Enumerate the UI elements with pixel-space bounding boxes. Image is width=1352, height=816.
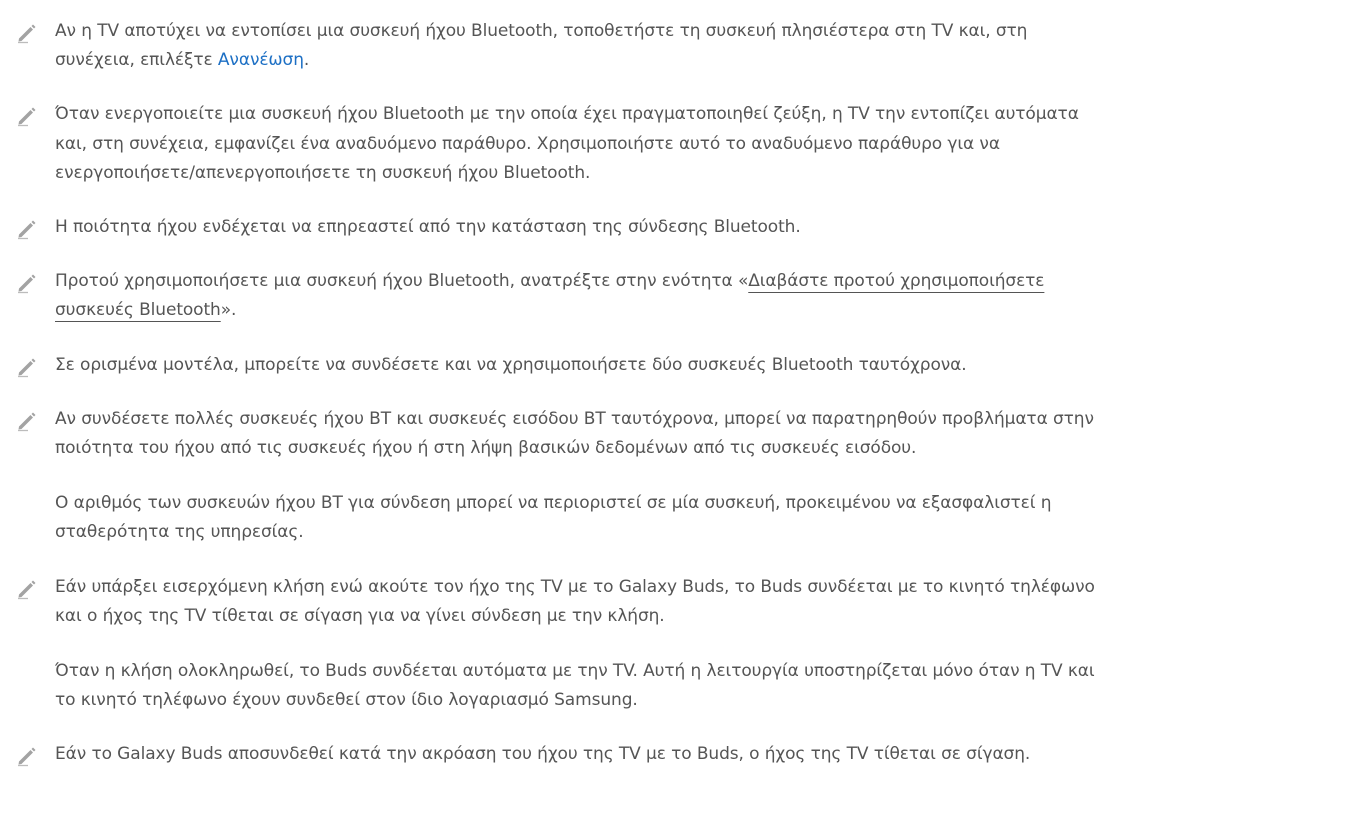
pencil-note-icon xyxy=(18,580,36,600)
pencil-note-icon xyxy=(18,220,36,240)
note-text: Όταν η κλήση ολοκληρωθεί, το Buds συνδέε… xyxy=(55,661,1095,681)
note-text: Σε ορισμένα μοντέλα, μπορείτε να συνδέσε… xyxy=(55,355,967,375)
note-text: ποιότητα του ήχου από τις συσκευές ήχου … xyxy=(55,438,917,458)
note-text: και ο ήχος της TV τίθεται σε σίγαση για … xyxy=(55,606,665,626)
refresh-option: Ανανέωση xyxy=(217,50,304,70)
note-text: Ο αριθμός των συσκευών ήχου BT για σύνδε… xyxy=(55,493,1052,513)
note-text: συνέχεια, επιλέξτε Ανανέωση. xyxy=(55,50,310,70)
pencil-note-icon xyxy=(18,358,36,378)
note-text: Προτού χρησιμοποιήσετε μια συσκευή ήχου … xyxy=(55,271,1045,291)
note-text: και, στη συνέχεια, εμφανίζει ένα αναδυόμ… xyxy=(55,134,1000,154)
note-text: σταθερότητα της υπηρεσίας. xyxy=(55,522,304,542)
note-text: Η ποιότητα ήχου ενδέχεται να επηρεαστεί … xyxy=(55,217,801,237)
note-text: Εάν υπάρξει εισερχόμενη κλήση ενώ ακούτε… xyxy=(55,577,1095,597)
pencil-note-icon xyxy=(18,412,36,432)
manual-page: Αν η TV αποτύχει να εντοπίσει μια συσκευ… xyxy=(0,0,1352,816)
pencil-note-icon xyxy=(18,107,36,127)
pencil-note-icon xyxy=(18,24,36,44)
note-text: το κινητό τηλέφωνο έχουν συνδεθεί στον ί… xyxy=(55,690,638,710)
pencil-note-icon xyxy=(18,274,36,294)
note-text: Αν συνδέσετε πολλές συσκευές ήχου BT και… xyxy=(55,409,1094,429)
note-text: Όταν ενεργοποιείτε μια συσκευή ήχου Blue… xyxy=(55,104,1079,124)
note-text: ενεργοποιήσετε/απενεργοποιήσετε τη συσκε… xyxy=(55,163,591,183)
pencil-note-icon xyxy=(18,747,36,767)
note-text: συσκευές Bluetooth». xyxy=(55,300,237,320)
bluetooth-guide-link[interactable]: συσκευές Bluetooth xyxy=(55,300,221,320)
bluetooth-guide-link[interactable]: Διαβάστε προτού χρησιμοποιήσετε xyxy=(748,271,1044,291)
note-text: Αν η TV αποτύχει να εντοπίσει μια συσκευ… xyxy=(55,21,1028,41)
note-text: Εάν το Galaxy Buds αποσυνδεθεί κατά την … xyxy=(55,744,1031,764)
